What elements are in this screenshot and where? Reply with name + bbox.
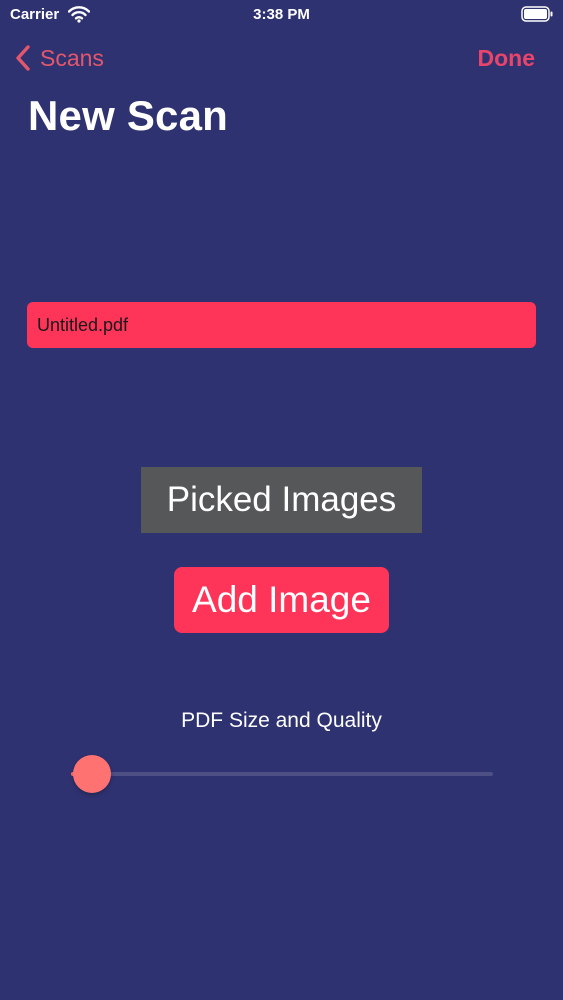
slider-thumb[interactable] [73,755,112,793]
page-title: New Scan [28,92,229,139]
done-button[interactable]: Done [478,42,536,74]
back-button[interactable]: Scans [14,42,104,74]
picked-images-view: Picked Images [141,467,422,533]
add-image-button[interactable]: Add Image [174,567,389,633]
filename-field[interactable] [27,302,536,348]
slider-track[interactable] [71,772,493,776]
battery-full-icon [521,6,553,22]
status-time: 3:38 PM [253,6,310,23]
quality-slider[interactable] [71,754,493,794]
status-bar: Carrier 3:38 PM [0,0,563,30]
picked-images-label: Picked Images [166,480,397,519]
back-label: Scans [40,44,104,71]
chevron-left-icon [16,45,30,71]
slider-label: PDF Size and Quality [181,709,382,732]
add-image-label: Add Image [192,579,371,620]
